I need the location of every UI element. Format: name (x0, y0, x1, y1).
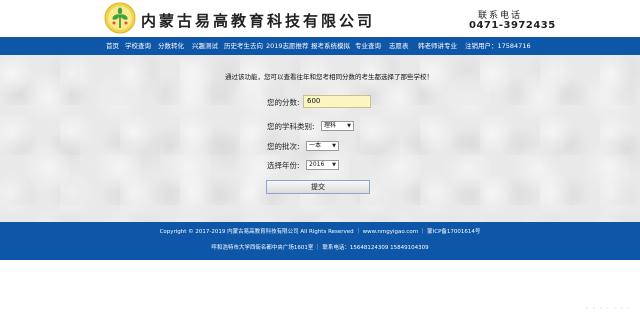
nav-item-school-search[interactable]: 学校查询 (125, 37, 151, 55)
company-name: 内蒙古易高教育科技有限公司 (141, 12, 376, 30)
score-input[interactable]: 600 (303, 95, 371, 108)
chevron-down-icon: ▼ (347, 123, 351, 129)
footer-address: 呼和浩特市大学西街名都中央广场1601室 ｜ 联系电话：15648124309 … (211, 245, 429, 251)
nav-item-interest-test[interactable]: 兴趣测试 (192, 37, 218, 55)
batch-select-value: 一本 (309, 142, 322, 149)
footer-copyright: Copyright © 2017-2019 内蒙古易高教育科技有限公司 All … (159, 229, 481, 235)
site-footer: Copyright © 2017-2019 内蒙古易高教育科技有限公司 All … (0, 222, 640, 260)
nav-item-home[interactable]: 首页 (106, 37, 119, 55)
main-nav: 首页 学校查询 分数转化 兴趣测试 历史考生去向 2019志愿推荐 报考系统模拟… (0, 37, 640, 55)
nav-item-simulation[interactable]: 报考系统模拟 (311, 37, 350, 55)
chevron-down-icon: ▼ (332, 162, 336, 168)
nav-item-score-convert[interactable]: 分数转化 (158, 37, 184, 55)
year-select[interactable]: 2016 ▼ (306, 160, 339, 170)
chevron-down-icon: ▼ (332, 143, 336, 149)
nav-item-recommend[interactable]: 2019志愿推荐 (266, 37, 309, 55)
logo-icon (104, 2, 136, 34)
nav-item-logout[interactable]: 注销用户：17584716 (465, 37, 531, 55)
submit-button[interactable]: 提交 (266, 180, 370, 194)
nav-item-history[interactable]: 历史考生去向 (224, 37, 263, 55)
nav-item-lectures[interactable]: 韩老师讲专业 (418, 37, 457, 55)
nav-item-wish-table[interactable]: 志愿表 (389, 37, 409, 55)
subject-label: 您的学科类别: (267, 122, 315, 131)
status-icons: ◦◦◦◦◦◦◦ (585, 306, 634, 312)
site-header: 内蒙古易高教育科技有限公司 联系电话 0471-3972435 (0, 0, 640, 37)
year-select-value: 2016 (309, 161, 325, 168)
page-bottom (0, 260, 640, 317)
year-label: 选择年份: (267, 161, 300, 170)
score-label: 您的分数: (267, 98, 300, 107)
subject-select[interactable]: 理科 ▼ (321, 121, 354, 131)
contact-phone: 0471-3972435 (469, 20, 556, 31)
intro-text: 通过该功能，您可以查看往年和您考相同分数的考生都选择了那些学校！ (225, 73, 433, 81)
subject-select-value: 理科 (324, 122, 337, 129)
batch-label: 您的批次: (267, 142, 300, 151)
batch-select[interactable]: 一本 ▼ (306, 141, 339, 151)
nav-item-major-search[interactable]: 专业查询 (355, 37, 381, 55)
